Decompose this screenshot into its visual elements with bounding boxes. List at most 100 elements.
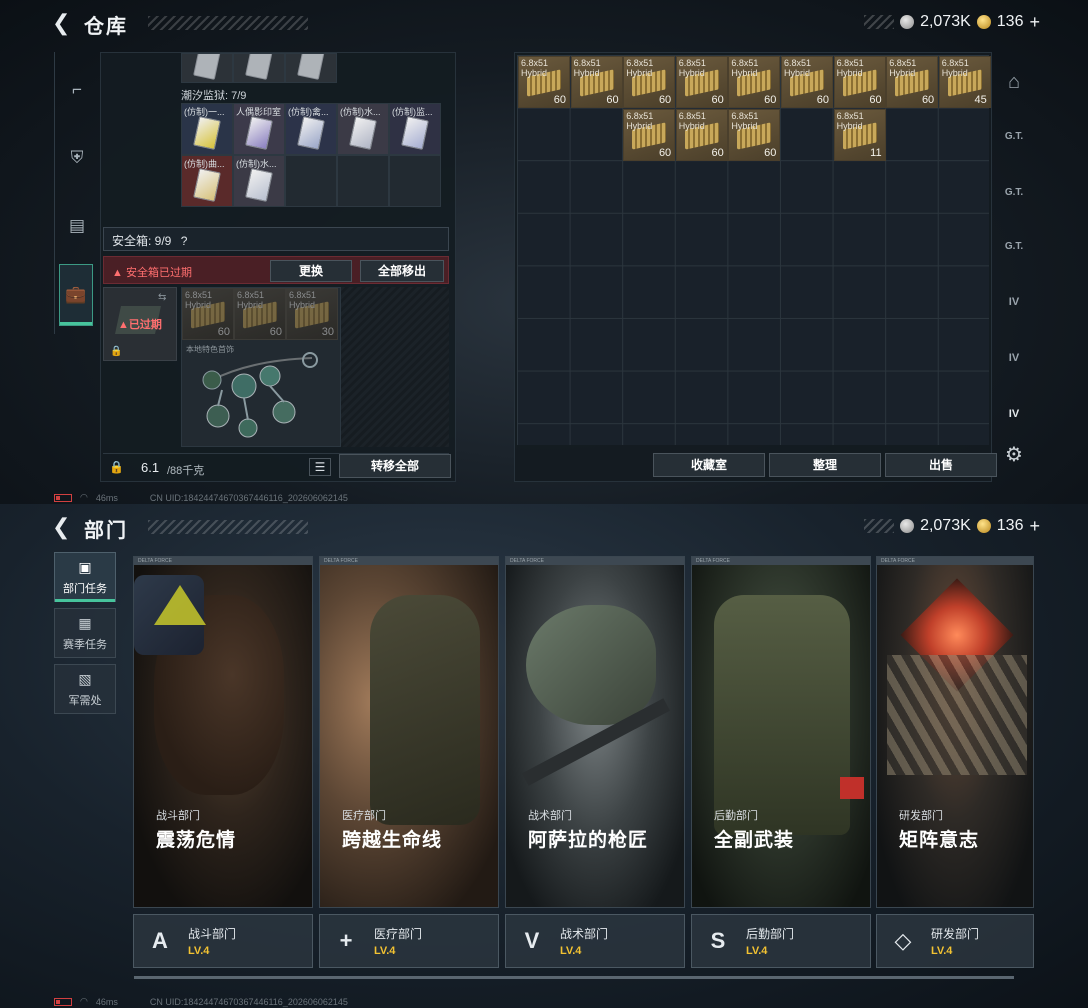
dept-footer-logistics[interactable]: S 后勤部门 LV.4 xyxy=(691,914,871,968)
ammo-item[interactable]: 6.8x51 Hybrid 60 xyxy=(182,288,234,340)
department-card-medical[interactable]: DELTA FORCE 医疗部门 跨越生命线 xyxy=(319,556,499,908)
ammo-item[interactable]: 6.8x51 Hybrid 60 xyxy=(623,108,676,161)
briefcase-icon[interactable]: 💼 xyxy=(59,264,93,326)
department-card-rnd[interactable]: DELTA FORCE 研发部门 矩阵意志 xyxy=(876,556,1034,908)
replace-button[interactable]: 更换 xyxy=(270,260,352,282)
ammo-item[interactable]: 6.8x51 Hybrid 60 xyxy=(518,56,570,108)
dept-footer-tactical[interactable]: V 战术部门 LV.4 xyxy=(505,914,685,968)
ammo-count: 60 xyxy=(869,94,882,106)
top-strip-item[interactable] xyxy=(233,53,285,83)
dept-name: 后勤部门 xyxy=(746,927,795,941)
dept-name: 医疗部门 xyxy=(374,927,423,941)
ammo-item[interactable]: 6.8x51 Hybrid 60 xyxy=(623,56,676,108)
gear-icon[interactable]: ⚙ xyxy=(1000,440,1028,468)
keycard-slot[interactable]: (仿制)监... xyxy=(389,103,441,155)
silver-amount: 2,073K xyxy=(920,517,971,534)
dept-footer-combat[interactable]: A 战斗部门 LV.4 xyxy=(133,914,313,968)
gtu-icon[interactable]: G.T. xyxy=(1000,178,1028,206)
transfer-all-button[interactable]: 转移全部 xyxy=(339,454,451,478)
wifi-icon: ◠ xyxy=(80,492,88,502)
add-currency-button[interactable]: + xyxy=(1029,12,1040,33)
uid-text: CN UID:18424474670367446116_202606062145 xyxy=(149,996,348,1007)
ammo-item[interactable]: 6.8x51 Hybrid 45 xyxy=(938,56,991,108)
ammo-item[interactable]: 6.8x51 Hybrid 60 xyxy=(833,56,886,108)
help-icon[interactable]: ? xyxy=(181,234,188,248)
warehouse-screen: ❮ 仓库 2,073K 136 + ⌐ ⛨ ▤ 💼 潮汐监狱: 7/9 (仿制)… xyxy=(0,0,1088,504)
ammo-count: 60 xyxy=(606,94,619,106)
ammo-item[interactable]: 6.8x51 Hybrid 60 xyxy=(728,108,781,161)
personal-inventory-panel: 潮汐监狱: 7/9 (仿制)一... 人偶影印室 (仿制)禽... (仿制)水... (… xyxy=(100,52,456,482)
card-mission-name: 跨越生命线 xyxy=(342,830,443,851)
sell-button[interactable]: 出售 xyxy=(885,453,997,477)
gtu-icon[interactable]: G.T. xyxy=(1000,232,1028,260)
safebox-slot[interactable]: ▲已过期 ⇆ 🔒 xyxy=(103,287,177,361)
dept-footer-rnd[interactable]: ◇ 研发部门 LV.4 xyxy=(876,914,1034,968)
silver-coin-icon xyxy=(900,519,915,533)
tab-department-tasks[interactable]: ▣ 部门任务 xyxy=(54,552,116,602)
expired-tag: ▲已过期 xyxy=(118,319,162,331)
collection-room-button[interactable]: 收藏室 xyxy=(653,453,765,477)
add-currency-button[interactable]: + xyxy=(1029,516,1040,537)
keycard-slot[interactable]: (仿制)曲... xyxy=(181,155,233,207)
keycard-slot[interactable]: (仿制)一... xyxy=(181,103,233,155)
empty-slot[interactable] xyxy=(337,155,389,207)
back-icon[interactable]: ❮ xyxy=(52,514,70,540)
currency-display: 2,073K 136 + xyxy=(864,515,1040,537)
tab-season-tasks[interactable]: ▦ 赛季任务 xyxy=(54,608,116,658)
ammo-item[interactable]: 6.8x51 Hybrid 60 xyxy=(234,288,286,340)
ammo-name: 6.8x51 Hybrid xyxy=(731,58,759,78)
department-card-logistics[interactable]: DELTA FORCE 后勤部门 全副武装 xyxy=(691,556,871,908)
vest-icon[interactable]: ▤ xyxy=(61,210,93,242)
keycard-slot[interactable]: (仿制)禽... xyxy=(285,103,337,155)
horizontal-scrollbar[interactable] xyxy=(134,976,1014,979)
department-card-tactical[interactable]: DELTA FORCE 战术部门 阿萨拉的枪匠 xyxy=(505,556,685,908)
remove-all-button[interactable]: 全部移出 xyxy=(360,260,444,282)
keycard-label: 人偶影印室 xyxy=(236,107,282,117)
sort-button[interactable]: 整理 xyxy=(769,453,881,477)
iv-icon[interactable]: IV xyxy=(1000,288,1028,316)
ammo-count: 45 xyxy=(974,94,987,106)
ammo-count: 60 xyxy=(658,94,672,106)
keycard-image xyxy=(245,54,273,80)
top-strip-item[interactable] xyxy=(181,53,233,83)
ammo-item[interactable]: 6.8x51 Hybrid 60 xyxy=(781,56,833,108)
dept-level: LV.4 xyxy=(560,945,582,957)
iv-icon[interactable]: IV xyxy=(1000,344,1028,372)
top-strip-item[interactable] xyxy=(285,53,337,83)
gold-coin-icon xyxy=(976,15,991,29)
uid-text: CN UID:18424474670367446116_202606062145 xyxy=(149,492,348,503)
list-icon[interactable]: ☰ xyxy=(309,458,331,476)
dept-level: LV.4 xyxy=(374,945,396,957)
ammo-item[interactable]: 6.8x51 Hybrid 11 xyxy=(833,108,886,161)
gun-icon[interactable]: ⌐ xyxy=(61,74,93,106)
card-header: DELTA FORCE xyxy=(320,557,498,565)
page-title: 仓库 xyxy=(84,16,128,38)
ammo-item[interactable]: 6.8x51 Hybrid 60 xyxy=(675,108,728,161)
medical-emblem-icon: + xyxy=(339,928,353,953)
dept-footer-medical[interactable]: + 医疗部门 LV.4 xyxy=(319,914,499,968)
keycard-label: (仿制)监... xyxy=(392,107,433,117)
swap-icon[interactable]: ⇆ xyxy=(158,292,166,303)
empty-slot[interactable] xyxy=(285,155,337,207)
tab-quartermaster[interactable]: ▧ 军需处 xyxy=(54,664,116,714)
gtu-icon[interactable]: G.T. xyxy=(1000,122,1028,150)
iv-icon[interactable]: IV xyxy=(1000,400,1028,428)
back-icon[interactable]: ❮ xyxy=(52,10,70,36)
department-card-combat[interactable]: DELTA FORCE 战斗部门 震荡危情 xyxy=(133,556,313,908)
armor-icon[interactable]: ⛨ xyxy=(61,142,93,174)
ammo-item[interactable]: 6.8x51 Hybrid 30 xyxy=(286,288,338,340)
ammo-item[interactable]: 6.8x51 Hybrid 60 xyxy=(886,56,939,108)
ammo-item[interactable]: 6.8x51 Hybrid 60 xyxy=(570,56,623,108)
dept-name: 战术部门 xyxy=(560,927,609,941)
keycard-slot[interactable]: (仿制)水... xyxy=(337,103,389,155)
keycard-image xyxy=(349,116,377,150)
keycard-slot[interactable]: (仿制)水... xyxy=(233,155,285,207)
ammo-item[interactable]: 6.8x51 Hybrid 60 xyxy=(675,56,728,108)
keycard-slot[interactable]: 人偶影印室 xyxy=(233,103,285,155)
ammo-item[interactable]: 6.8x51 Hybrid 60 xyxy=(728,56,781,108)
combat-art xyxy=(134,565,312,907)
helmet-icon[interactable]: ⌂ xyxy=(1000,68,1028,96)
keycard-label: (仿制)水... xyxy=(340,107,381,117)
empty-slot[interactable] xyxy=(389,155,441,207)
storage-grid[interactable]: 6.8x51 Hybrid 60 6.8x51 Hybrid 60 6.8x51 Hyb… xyxy=(517,55,991,445)
